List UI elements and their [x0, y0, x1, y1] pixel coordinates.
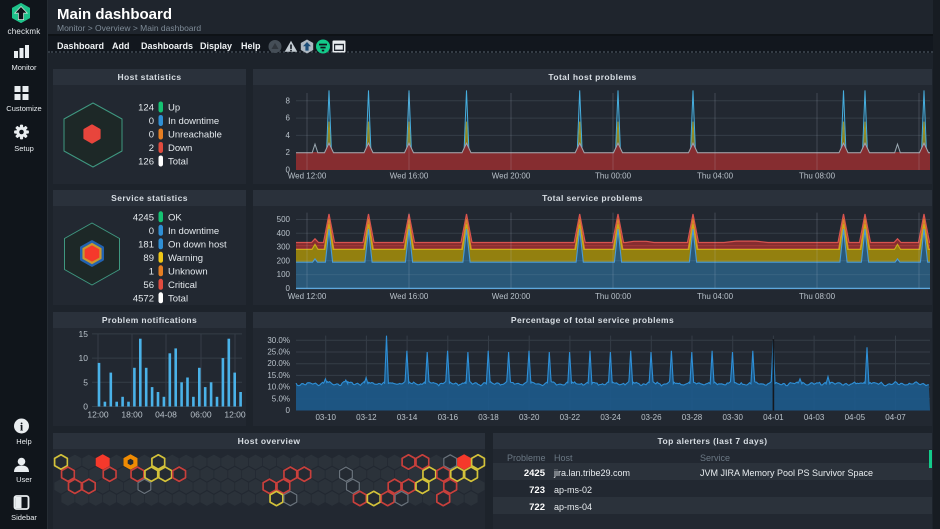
svg-text:124: 124: [138, 103, 154, 114]
svg-text:100: 100: [277, 270, 291, 279]
svg-text:4: 4: [286, 131, 291, 140]
svg-text:15.0%: 15.0%: [267, 371, 290, 380]
svg-text:Unknown: Unknown: [168, 266, 208, 277]
svg-text:Down: Down: [168, 143, 192, 154]
svg-text:12:00: 12:00: [224, 410, 246, 420]
svg-text:04-03: 04-03: [804, 413, 825, 422]
svg-text:5.0%: 5.0%: [272, 394, 290, 403]
svg-text:56: 56: [143, 280, 154, 291]
svg-text:Thu 08:00: Thu 08:00: [799, 292, 836, 301]
svg-text:04-08: 04-08: [155, 410, 177, 420]
svg-text:126: 126: [138, 157, 154, 168]
svg-text:03-26: 03-26: [641, 413, 662, 422]
svg-text:20.0%: 20.0%: [267, 359, 290, 368]
svg-text:04-07: 04-07: [885, 413, 906, 422]
svg-text:2: 2: [286, 148, 291, 157]
svg-text:0: 0: [286, 406, 291, 415]
svg-text:In downtime: In downtime: [168, 226, 219, 237]
svg-text:25.0%: 25.0%: [267, 348, 290, 357]
svg-text:89: 89: [143, 253, 154, 264]
svg-text:18:00: 18:00: [121, 410, 143, 420]
svg-text:06:00: 06:00: [190, 410, 212, 420]
svg-text:8: 8: [286, 96, 291, 105]
svg-text:30.0%: 30.0%: [267, 336, 290, 345]
svg-text:Thu 04:00: Thu 04:00: [697, 292, 734, 301]
svg-text:Wed 12:00: Wed 12:00: [288, 292, 327, 301]
svg-text:In downtime: In downtime: [168, 116, 219, 127]
svg-text:200: 200: [277, 256, 291, 265]
svg-text:OK: OK: [168, 212, 182, 223]
svg-text:Wed 16:00: Wed 16:00: [390, 172, 429, 181]
svg-text:04-05: 04-05: [845, 413, 866, 422]
svg-text:03-20: 03-20: [519, 413, 540, 422]
svg-text:0: 0: [149, 226, 154, 237]
svg-text:Warning: Warning: [168, 253, 203, 264]
svg-text:Total: Total: [168, 157, 188, 168]
svg-text:12:00: 12:00: [87, 410, 109, 420]
svg-text:4245: 4245: [133, 212, 154, 223]
svg-text:0: 0: [149, 116, 154, 127]
svg-text:03-30: 03-30: [722, 413, 743, 422]
svg-text:Thu 08:00: Thu 08:00: [799, 172, 836, 181]
svg-text:Wed 20:00: Wed 20:00: [492, 292, 531, 301]
svg-text:Thu 00:00: Thu 00:00: [595, 172, 632, 181]
svg-text:04-01: 04-01: [763, 413, 784, 422]
svg-text:03-18: 03-18: [478, 413, 499, 422]
svg-text:03-24: 03-24: [600, 413, 621, 422]
svg-text:Up: Up: [168, 103, 180, 114]
svg-text:1: 1: [149, 266, 154, 277]
svg-text:Thu 00:00: Thu 00:00: [595, 292, 632, 301]
svg-text:03-14: 03-14: [397, 413, 418, 422]
svg-text:181: 181: [138, 239, 154, 250]
svg-text:300: 300: [277, 243, 291, 252]
svg-text:03-16: 03-16: [438, 413, 459, 422]
svg-text:2: 2: [149, 143, 154, 154]
svg-text:400: 400: [277, 229, 291, 238]
svg-text:Wed 12:00: Wed 12:00: [288, 172, 327, 181]
svg-text:Wed 20:00: Wed 20:00: [492, 172, 531, 181]
svg-text:On down host: On down host: [168, 239, 227, 250]
svg-text:0: 0: [149, 130, 154, 141]
svg-text:4572: 4572: [133, 293, 154, 304]
svg-text:Total: Total: [168, 293, 188, 304]
svg-text:10: 10: [79, 353, 89, 363]
svg-text:Critical: Critical: [168, 280, 197, 291]
svg-text:10.0%: 10.0%: [267, 383, 290, 392]
svg-text:6: 6: [286, 114, 291, 123]
svg-text:5: 5: [83, 377, 88, 387]
svg-text:03-10: 03-10: [315, 413, 336, 422]
svg-text:03-12: 03-12: [356, 413, 377, 422]
svg-text:500: 500: [277, 215, 291, 224]
svg-text:Thu 04:00: Thu 04:00: [697, 172, 734, 181]
svg-text:03-22: 03-22: [560, 413, 581, 422]
svg-text:15: 15: [79, 329, 89, 339]
svg-text:Unreachable: Unreachable: [168, 130, 222, 141]
svg-text:03-28: 03-28: [682, 413, 703, 422]
svg-text:Wed 16:00: Wed 16:00: [390, 292, 429, 301]
